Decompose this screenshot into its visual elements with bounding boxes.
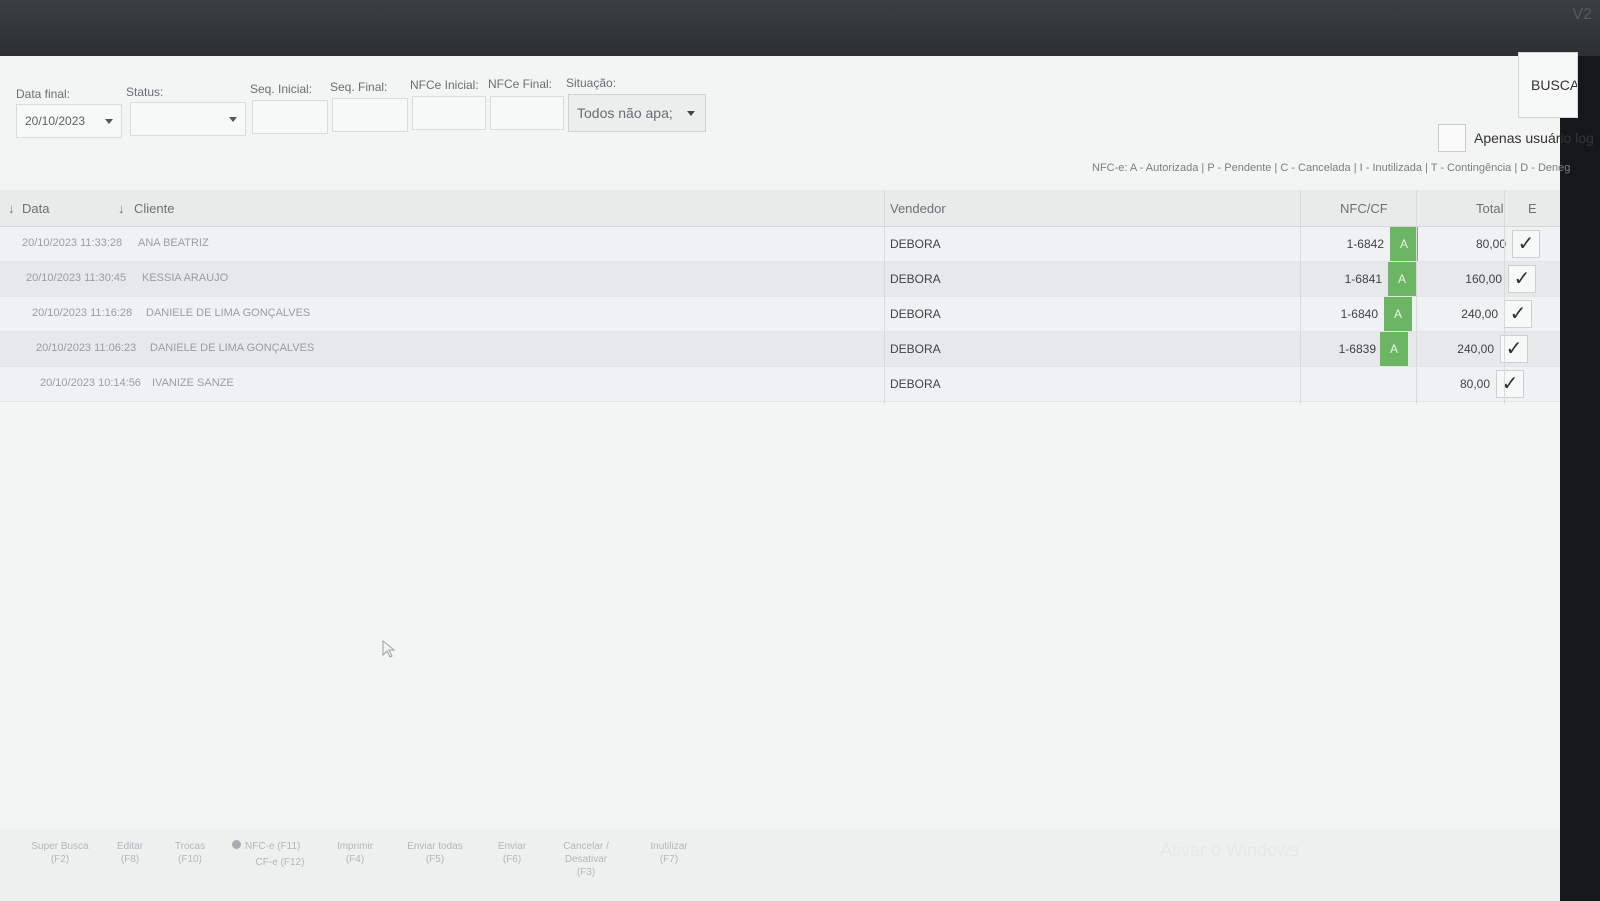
cell-total: 80,00 bbox=[1459, 377, 1490, 391]
nfce-radio-label: NFC-e (F11) bbox=[245, 841, 301, 852]
table-header: ↓ Data ↓ Cliente Vendedor NFC/CF Total E bbox=[0, 190, 1560, 227]
nfce-radio[interactable]: NFC-e (F11) bbox=[232, 840, 312, 853]
header-nfc[interactable]: NFC/CF bbox=[1340, 201, 1388, 216]
status-legend: NFC-e: A - Autorizada | P - Pendente | C… bbox=[1092, 162, 1571, 174]
cell-nfc: 1-6842 bbox=[1346, 237, 1384, 251]
column-divider bbox=[1300, 190, 1301, 404]
e-checkbox[interactable]: ✓ bbox=[1504, 300, 1532, 328]
cell-cliente: IVANIZE SANZE bbox=[152, 377, 234, 389]
cell-nfc: 1-6840 bbox=[1340, 307, 1378, 321]
status-select[interactable] bbox=[130, 102, 246, 136]
footer-toolbar: Super Busca (F2) Editar (F8) Trocas (F10… bbox=[0, 830, 1560, 901]
buscar-button[interactable]: BUSCAR [F bbox=[1518, 52, 1578, 118]
cell-data: 20/10/2023 11:06:23 bbox=[36, 342, 137, 354]
inutilizar-button[interactable]: Inutilizar (F7) bbox=[644, 840, 694, 866]
seq-final-label: Seq. Final: bbox=[330, 80, 388, 94]
cell-vendedor: DEBORA bbox=[890, 307, 941, 321]
header-vendedor[interactable]: Vendedor bbox=[890, 201, 946, 216]
table-row[interactable]: 20/10/2023 11:16:28 DANIELE DE LIMA GONÇ… bbox=[0, 297, 1560, 332]
nfce-final-input[interactable] bbox=[490, 96, 564, 130]
super-busca-button[interactable]: Super Busca (F2) bbox=[30, 840, 90, 866]
cell-total: 240,00 bbox=[1461, 307, 1498, 321]
e-checkbox[interactable]: ✓ bbox=[1508, 265, 1536, 293]
situacao-value: Todos não apa; bbox=[577, 105, 673, 121]
apenas-usuario-label: Apenas usuário log bbox=[1474, 130, 1594, 146]
e-checkbox[interactable]: ✓ bbox=[1512, 230, 1540, 258]
cell-vendedor: DEBORA bbox=[890, 342, 941, 356]
situacao-label: Situação: bbox=[566, 76, 617, 90]
status-badge: A bbox=[1380, 332, 1408, 366]
data-final-picker[interactable]: 20/10/2023 bbox=[16, 104, 122, 138]
cell-nfc: 1-6841 bbox=[1344, 272, 1382, 286]
cell-total: 240,00 bbox=[1457, 342, 1494, 356]
column-divider bbox=[1416, 190, 1417, 404]
cfe-radio[interactable]: CF-e (F12) bbox=[250, 856, 310, 869]
seq-final-input[interactable] bbox=[332, 98, 408, 132]
column-divider bbox=[884, 190, 885, 404]
table-row[interactable]: 20/10/2023 11:33:28 ANA BEATRIZ DEBORA 1… bbox=[0, 227, 1560, 262]
status-badge: A bbox=[1388, 262, 1416, 296]
enviar-todas-button[interactable]: Enviar todas (F5) bbox=[400, 840, 470, 866]
nfce-final-label: NFCe Final: bbox=[488, 77, 553, 91]
status-badge: A bbox=[1384, 297, 1412, 331]
main-screen bbox=[0, 56, 1560, 901]
seq-inicial-input[interactable] bbox=[252, 100, 328, 134]
cell-data: 20/10/2023 11:30:45 bbox=[26, 272, 127, 284]
status-label: Status: bbox=[126, 85, 164, 99]
column-divider bbox=[1504, 190, 1505, 404]
cell-cliente: DANIELE DE LIMA GONÇALVES bbox=[146, 307, 311, 319]
cancelar-button[interactable]: Cancelar / Desativar (F3) bbox=[556, 840, 616, 879]
cell-vendedor: DEBORA bbox=[890, 272, 941, 286]
cell-data: 20/10/2023 10:14:56 bbox=[40, 377, 141, 389]
nfce-inicial-input[interactable] bbox=[412, 96, 486, 130]
data-final-label: Data final: bbox=[16, 87, 71, 101]
cell-data: 20/10/2023 11:16:28 bbox=[32, 307, 133, 319]
cell-data: 20/10/2023 11:33:28 bbox=[22, 237, 123, 249]
chevron-down-icon bbox=[687, 111, 695, 116]
data-final-value: 20/10/2023 bbox=[25, 114, 86, 128]
activation-watermark: Ativar o Windows bbox=[1160, 840, 1300, 860]
checkbox-box[interactable] bbox=[1438, 124, 1466, 152]
cell-cliente: KESSIA ARAUJO bbox=[142, 272, 229, 284]
enviar-button[interactable]: Enviar (F6) bbox=[492, 840, 532, 866]
header-total[interactable]: Total bbox=[1476, 201, 1503, 216]
cell-vendedor: DEBORA bbox=[890, 377, 941, 391]
cell-total: 80,00 bbox=[1475, 237, 1506, 251]
header-e[interactable]: E bbox=[1528, 201, 1537, 216]
sort-icon[interactable]: ↓ bbox=[118, 201, 125, 216]
chevron-down-icon bbox=[229, 117, 237, 122]
e-checkbox[interactable]: ✓ bbox=[1496, 370, 1524, 398]
trocas-button[interactable]: Trocas (F10) bbox=[170, 840, 210, 866]
situacao-select[interactable]: Todos não apa; bbox=[568, 94, 706, 132]
cell-cliente: DANIELE DE LIMA GONÇALVES bbox=[150, 342, 315, 354]
table-row[interactable]: 20/10/2023 10:14:56 IVANIZE SANZE DEBORA… bbox=[0, 367, 1560, 402]
header-data[interactable]: Data bbox=[22, 201, 49, 216]
nfce-inicial-label: NFCe Inicial: bbox=[410, 78, 479, 92]
chevron-down-icon bbox=[105, 119, 113, 124]
cell-total: 160,00 bbox=[1465, 272, 1502, 286]
monitor-bezel bbox=[1560, 56, 1600, 901]
imprimir-button[interactable]: Imprimir (F4) bbox=[330, 840, 380, 866]
table-body: 20/10/2023 11:33:28 ANA BEATRIZ DEBORA 1… bbox=[0, 227, 1560, 402]
table-row[interactable]: 20/10/2023 11:30:45 KESSIA ARAUJO DEBORA… bbox=[0, 262, 1560, 297]
seq-inicial-label: Seq. Inicial: bbox=[250, 82, 313, 96]
editar-button[interactable]: Editar (F8) bbox=[110, 840, 150, 866]
version-label: V2 bbox=[1572, 6, 1592, 23]
table-row[interactable]: 20/10/2023 11:06:23 DANIELE DE LIMA GONÇ… bbox=[0, 332, 1560, 367]
cell-vendedor: DEBORA bbox=[890, 237, 941, 251]
apenas-usuario-checkbox[interactable]: Apenas usuário log bbox=[1438, 124, 1594, 152]
header-cliente[interactable]: Cliente bbox=[134, 201, 174, 216]
cell-cliente: ANA BEATRIZ bbox=[138, 237, 209, 249]
sales-table: ↓ Data ↓ Cliente Vendedor NFC/CF Total E… bbox=[0, 190, 1560, 402]
radio-selected-icon bbox=[232, 840, 241, 849]
sort-icon[interactable]: ↓ bbox=[8, 201, 15, 216]
status-badge bbox=[1376, 367, 1404, 401]
top-bar: V2 bbox=[0, 0, 1600, 62]
status-badge: A bbox=[1390, 227, 1418, 261]
